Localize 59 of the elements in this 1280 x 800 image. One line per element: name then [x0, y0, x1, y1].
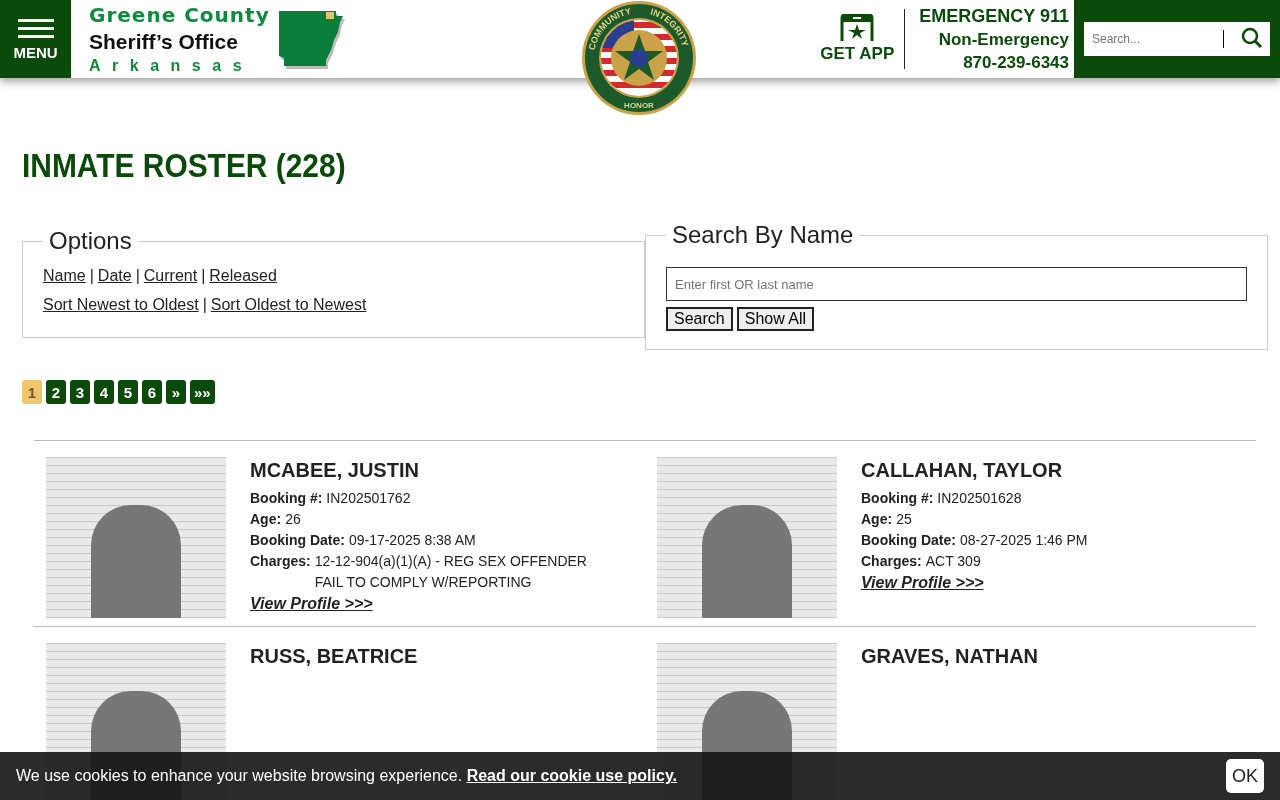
page-button[interactable]: »	[166, 380, 186, 404]
name-search-field[interactable]: Enter first OR last name	[666, 267, 1247, 301]
filter-link[interactable]: Sort Newest to Oldest	[43, 290, 199, 319]
link-separator: |	[89, 266, 94, 286]
field-label: Charges:	[861, 552, 922, 571]
page-button[interactable]: 1	[22, 380, 42, 404]
field-value: 26	[285, 510, 301, 529]
field-label: Age:	[861, 510, 893, 529]
field-value: 08-27-2025 1:46 PM	[959, 531, 1088, 550]
filter-link[interactable]: Current	[143, 261, 198, 290]
menu-button[interactable]: MENU	[0, 0, 71, 78]
site-logo[interactable]: Greene County Sheriff’s Office Arkansas	[89, 0, 346, 78]
filter-link[interactable]: Name	[43, 261, 86, 290]
filter-link[interactable]: Released	[209, 261, 277, 290]
page-button[interactable]: »»	[190, 380, 215, 404]
field-value: IN202501628	[937, 489, 1022, 508]
link-separator: |	[135, 266, 140, 286]
inmate-name: CALLAHAN, TAYLOR	[861, 459, 1064, 482]
field-label: Booking Date:	[861, 531, 956, 550]
phone-star-icon	[840, 14, 875, 42]
filter-link[interactable]: Date	[97, 261, 132, 290]
field-value: IN202501762	[326, 489, 411, 508]
inmate-name: RUSS, BEATRICE	[250, 645, 418, 668]
field-value: 09-17-2025 8:38 AM	[348, 531, 476, 550]
field-value: ACT 309	[925, 552, 981, 571]
field-label: Booking Date:	[250, 531, 345, 550]
page-button[interactable]: 3	[70, 380, 90, 404]
view-profile-link[interactable]: View Profile >>>	[861, 574, 984, 592]
page-title: INMATE ROSTER (228)	[22, 146, 346, 185]
search-field[interactable]: Search...	[1084, 22, 1270, 56]
page-button[interactable]: 4	[94, 380, 114, 404]
page-button[interactable]: 5	[118, 380, 138, 404]
cookie-notice: We use cookies to enhance your website browsing experience. Read our cookie use policy.	[16, 767, 678, 785]
link-separator: |	[202, 295, 207, 315]
filter-link[interactable]: Sort Oldest to Newest	[210, 290, 367, 319]
page-button[interactable]: 2	[46, 380, 66, 404]
field-label: Booking #:	[861, 489, 934, 508]
panel-legend: Options	[43, 227, 138, 255]
phone-number: 870-239-6343	[963, 51, 1069, 74]
field-label: Charges:	[250, 552, 311, 571]
field-value: 12-12-904(a)(1)(A) - REG SEX OFFENDER FAIL TO COMPLY W/REPORTING	[314, 552, 588, 592]
search-action-button[interactable]: Show All	[736, 307, 815, 331]
menu-icon	[17, 17, 54, 40]
inmate-name: MCABEE, JUSTIN	[250, 459, 420, 482]
field-label: Age:	[250, 510, 282, 529]
non-emergency-label: Non-Emergency	[938, 28, 1069, 51]
cookie-policy-link[interactable]: Read our cookie use policy.	[466, 767, 678, 784]
search-action-button[interactable]: Search	[666, 307, 733, 331]
inmate-name: GRAVES, NATHAN	[861, 645, 1039, 668]
page-button[interactable]: 6	[142, 380, 162, 404]
search-icon[interactable]	[1240, 27, 1264, 51]
link-separator: |	[201, 266, 206, 286]
panel-legend: Search By Name	[666, 221, 860, 249]
view-profile-link[interactable]: View Profile >>>	[250, 595, 373, 613]
field-value: 25	[896, 510, 912, 529]
field-label: Booking #:	[250, 489, 323, 508]
ok-button[interactable]: OK	[1226, 759, 1264, 793]
emergency-number: EMERGENCY 911	[919, 4, 1069, 28]
get-app-link[interactable]: GET APP	[810, 0, 905, 78]
